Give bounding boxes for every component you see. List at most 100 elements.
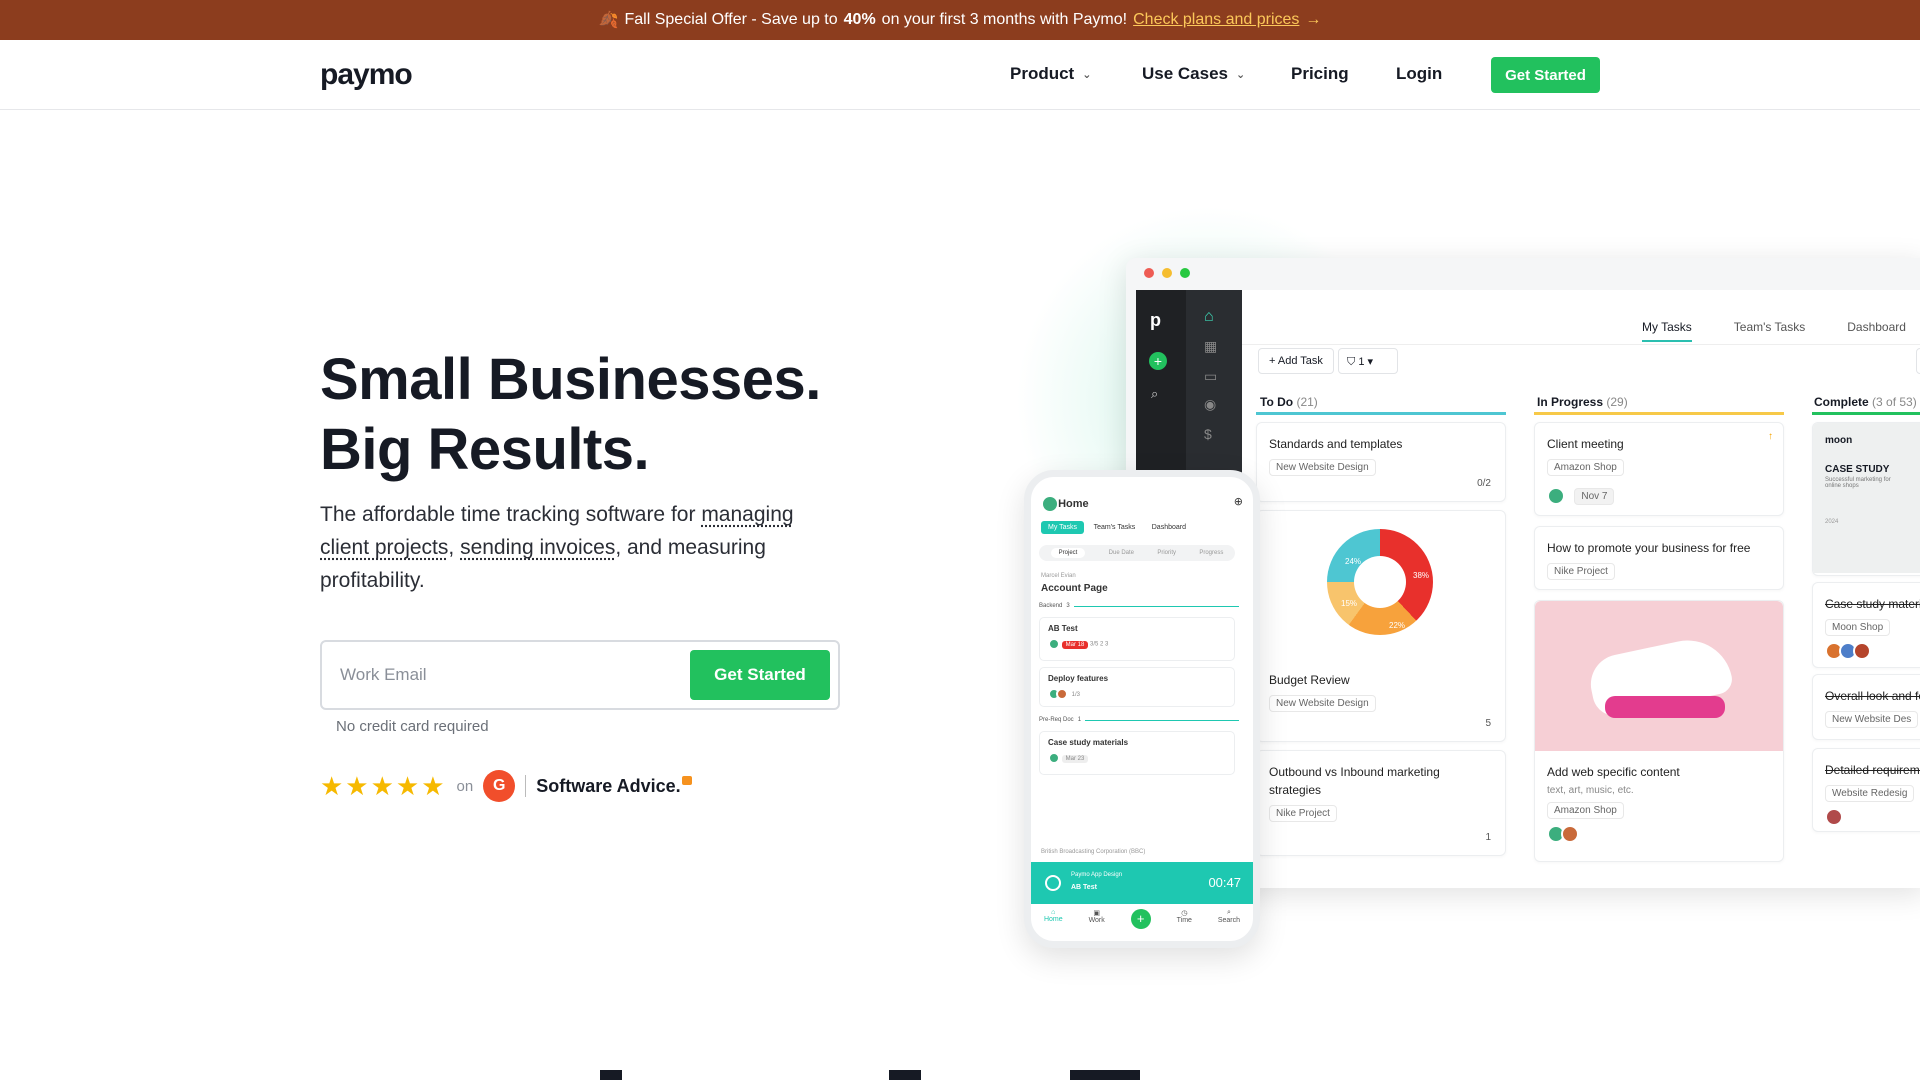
email-form: Work Email Get Started <box>320 640 840 710</box>
task-title: Outbound vs Inbound marketing strategies <box>1269 765 1440 797</box>
home-icon: ⌂ <box>1204 308 1214 325</box>
nav-work[interactable]: ▣ Work <box>1089 909 1105 929</box>
case-study-card[interactable]: moon CASE STUDY Successful marketing for… <box>1812 422 1920 576</box>
phone-tab-my-tasks[interactable]: My Tasks <box>1041 521 1085 534</box>
hero-subtitle: The affordable time tracking software fo… <box>320 503 794 592</box>
task-card[interactable]: Overall look and fe New Website Des <box>1812 674 1920 740</box>
work-email-input[interactable]: Work Email <box>340 665 427 685</box>
add-task-button[interactable]: + Add Task <box>1258 348 1334 374</box>
paymo-app-icon: p <box>1150 310 1161 330</box>
task-counts: 1/3 <box>1071 691 1081 698</box>
subtab-priority[interactable]: Priority <box>1157 550 1176 556</box>
column-todo-header: To Do (21) <box>1260 395 1318 409</box>
arrow-right-icon: → <box>1305 11 1322 28</box>
phone-header: Home <box>1041 495 1089 513</box>
tab-dashboard[interactable]: Dashboard <box>1847 320 1906 342</box>
task-card[interactable]: Add web specific content text, art, musi… <box>1534 600 1784 862</box>
header-get-started-button[interactable]: Get Started <box>1491 57 1600 93</box>
add-circle-icon[interactable]: ⊕ <box>1234 495 1243 508</box>
project-chip: New Website Design <box>1269 695 1376 712</box>
donut-label: 24% <box>1345 557 1362 566</box>
task-meta: Nov 7 <box>1547 482 1771 505</box>
timer-task: AB Test <box>1071 884 1097 891</box>
phone-title: Home <box>1058 497 1089 510</box>
timer-value: 00:47 <box>1208 875 1241 890</box>
owner-name: Marcel Evian <box>1041 573 1076 579</box>
nav-label: Product <box>1010 64 1075 83</box>
org-name: British Broadcasting Corporation (BBC) <box>1041 849 1146 855</box>
column-complete-header: Complete (3 of 53) <box>1814 395 1917 409</box>
app-tabs: My Tasks Team's Tasks Dashboard <box>1642 320 1906 342</box>
column-count: (3 of 53) <box>1872 395 1917 409</box>
group-label: Backend <box>1039 603 1063 609</box>
nav-time[interactable]: ◷ Time <box>1177 909 1192 929</box>
task-card[interactable]: 38% 22% 15% 24% Budget Review New Websit… <box>1256 510 1506 742</box>
subtab-project[interactable]: Project <box>1050 548 1086 558</box>
avatars <box>1825 808 1920 826</box>
phone-tab-teams-tasks[interactable]: Team's Tasks <box>1087 521 1143 534</box>
task-meta: 1/3 <box>1048 688 1226 700</box>
group-label: Pre-Req Doc <box>1039 717 1074 723</box>
phone-tab-dashboard[interactable]: Dashboard <box>1145 521 1193 534</box>
hero-title-line2: Big Results. <box>320 417 650 482</box>
filter-button[interactable]: ⛉ 1 ▾ <box>1338 348 1398 374</box>
hero-sub-text: The affordable time tracking software fo… <box>320 503 696 526</box>
project-chip: New Website Design <box>1269 459 1376 476</box>
donut-label: 38% <box>1413 571 1430 580</box>
nav-login[interactable]: Login <box>1396 64 1442 84</box>
page-title: Account Page <box>1041 583 1108 594</box>
phone-task[interactable]: Deploy features 1/3 <box>1039 667 1235 707</box>
due-date: Mar 23 <box>1061 754 1089 763</box>
task-card[interactable]: Client meeting Amazon Shop Nov 7 ↑ <box>1534 422 1784 516</box>
nav-use-cases[interactable]: Use Cases ⌄ <box>1142 64 1245 84</box>
group-prereq: Pre-Req Doc 1 <box>1039 717 1239 723</box>
sneaker-image <box>1535 601 1783 751</box>
column-name: In Progress <box>1537 395 1604 409</box>
task-card[interactable]: Outbound vs Inbound marketing strategies… <box>1256 750 1506 856</box>
phone-task[interactable]: Case study materials Mar 23 <box>1039 731 1235 775</box>
tab-teams-tasks[interactable]: Team's Tasks <box>1734 320 1805 342</box>
plus-icon: + <box>1130 909 1151 929</box>
task-card[interactable]: Case study materi Moon Shop <box>1812 582 1920 668</box>
task-card[interactable]: Detailed requireme Website Redesig <box>1812 748 1920 832</box>
promo-text: Fall Special Offer - Save up to <box>624 11 838 28</box>
software-advice-logo[interactable]: Software Advice. <box>536 775 692 797</box>
subtab-due-date[interactable]: Due Date <box>1109 550 1134 556</box>
g2-logo[interactable]: G <box>483 770 516 802</box>
promo-link[interactable]: Check plans and prices <box>1133 11 1299 29</box>
task-card[interactable]: How to promote your business for free Ni… <box>1534 526 1784 590</box>
stop-icon[interactable] <box>1045 875 1061 891</box>
column-count: (29) <box>1606 395 1628 409</box>
nav-product[interactable]: Product ⌄ <box>1010 64 1091 84</box>
filter-count: 1 <box>1358 356 1365 368</box>
column-name: Complete <box>1814 395 1869 409</box>
task-card[interactable]: Standards and templates New Website Desi… <box>1256 422 1506 502</box>
promo-banner: 🍂 Fall Special Offer - Save up to 40% on… <box>0 0 1920 40</box>
donut-label: 22% <box>1389 621 1406 630</box>
group-line <box>1073 605 1239 607</box>
nav-search[interactable]: ⌕ Search <box>1218 909 1240 929</box>
add-icon: + <box>1149 352 1167 370</box>
column-todo-bar <box>1256 412 1506 415</box>
gear-icon[interactable]: ⚙ <box>1916 348 1920 374</box>
timer-project: Paymo App Design <box>1071 872 1123 878</box>
due-badge: Mar 18 <box>1061 640 1089 649</box>
phone-task[interactable]: AB Test Mar 18 3/5 2 3 <box>1039 617 1235 661</box>
nav-home[interactable]: ⌂ Home <box>1044 909 1063 929</box>
sneaker-sole <box>1605 696 1725 718</box>
case-study-cover: moon CASE STUDY Successful marketing for… <box>1813 423 1920 573</box>
rating-on-text: on <box>456 777 474 795</box>
avatar <box>1561 825 1579 843</box>
hero-get-started-button[interactable]: Get Started <box>690 650 830 700</box>
add-task-label: Add Task <box>1277 355 1323 367</box>
group-backend: Backend 3 <box>1039 603 1239 609</box>
phone-tabs: My Tasks Team's Tasks Dashboard <box>1041 521 1193 534</box>
nav-pricing[interactable]: Pricing <box>1291 64 1349 84</box>
subtab-progress[interactable]: Progress <box>1199 550 1223 556</box>
task-description: text, art, music, etc. <box>1547 785 1634 796</box>
paymo-logo[interactable]: paymo <box>320 58 413 92</box>
nav-add[interactable]: + <box>1130 909 1151 929</box>
link-sending-invoices[interactable]: sending invoices <box>460 536 615 559</box>
timer-bar[interactable]: Paymo App Design AB Test 00:47 <box>1031 862 1253 904</box>
tab-my-tasks[interactable]: My Tasks <box>1642 320 1692 342</box>
